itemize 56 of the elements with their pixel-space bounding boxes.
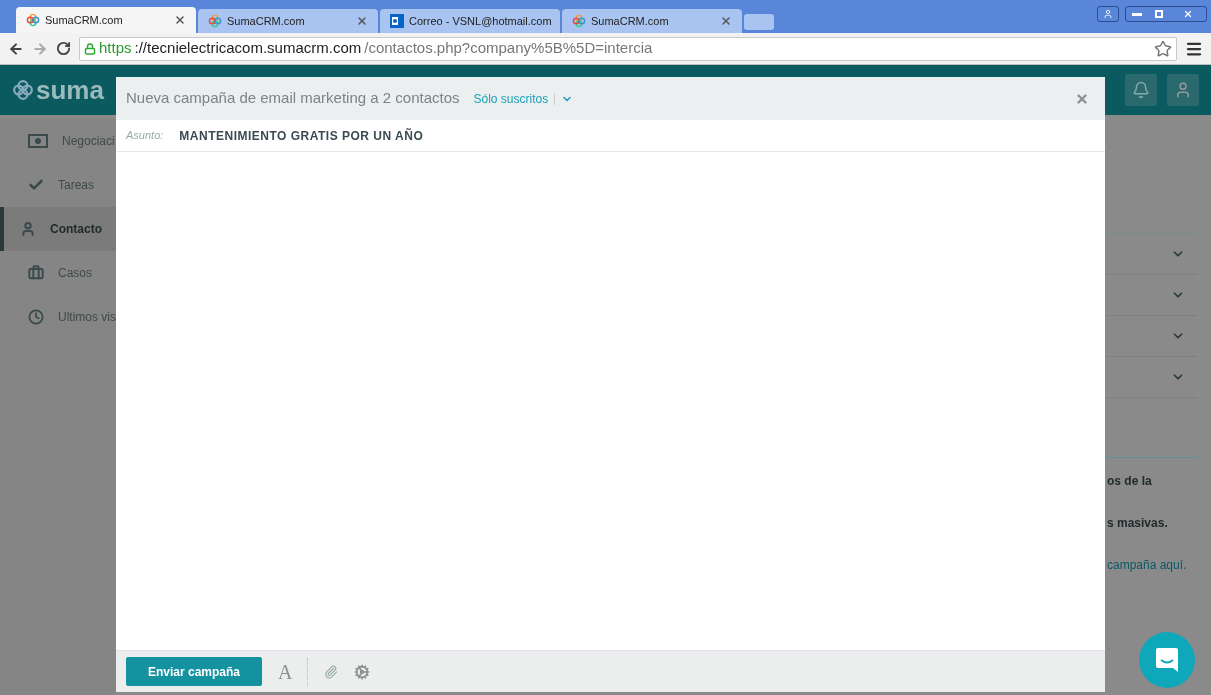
tab-title: SumaCRM.com [227, 13, 306, 29]
tab-title: SumaCRM.com [591, 13, 670, 29]
subscriber-filter-dropdown[interactable]: Sólo suscritos [473, 89, 574, 108]
close-icon[interactable] [356, 15, 368, 27]
briefcase-icon [28, 265, 44, 281]
send-campaign-button[interactable]: Enviar campaña [126, 657, 263, 686]
bell-icon [1132, 81, 1150, 99]
campaign-link[interactable]: campaña aquí. [1107, 556, 1197, 574]
close-icon[interactable] [720, 15, 732, 27]
tab-title: SumaCRM.com [45, 12, 124, 28]
logo-icon [208, 14, 222, 28]
browser-tab[interactable]: SumaCRM.com [562, 9, 742, 33]
back-icon[interactable] [8, 40, 24, 57]
clock-icon [28, 309, 44, 325]
gears-icon[interactable] [353, 663, 370, 680]
address-field[interactable]: https ://tecnielectricacom.sumacrm.com /contactos.php?company%5B%5D=intercia [79, 36, 1177, 61]
browser-tab[interactable]: Correo - VSNL@hotmail.com [380, 9, 560, 33]
close-icon [1183, 9, 1193, 19]
paperclip-icon[interactable] [323, 664, 338, 679]
avatar-icon [1174, 81, 1192, 99]
sidebar-item[interactable]: Ultimos vis [8, 295, 116, 339]
url-host: ://tecnielectricacom.sumacrm.com [134, 38, 362, 59]
info-text: os de la [1107, 473, 1153, 490]
sidebar-item[interactable]: Tareas [8, 163, 116, 207]
mail-app-icon [390, 14, 404, 28]
browser-tab[interactable]: SumaCRM.com [198, 9, 378, 33]
logo-icon [12, 79, 34, 101]
text-format-button[interactable]: A [278, 657, 308, 686]
info-text: s masivas. [1107, 515, 1169, 532]
person-icon [1103, 9, 1113, 19]
reload-icon[interactable] [56, 41, 71, 56]
check-icon [28, 177, 44, 193]
subject-label: Asunto: [126, 128, 164, 144]
url-scheme: https [99, 38, 132, 59]
chat-button[interactable] [1139, 632, 1195, 688]
person-icon [20, 221, 36, 237]
logo-icon [26, 13, 40, 27]
user-button[interactable] [1167, 74, 1199, 106]
notifications-button[interactable] [1125, 74, 1157, 106]
app-logo-text: suma [36, 73, 104, 107]
chat-bubble-icon [1155, 647, 1179, 673]
sidebar-item[interactable]: Contacto [0, 207, 116, 251]
profile-button[interactable] [1097, 6, 1119, 22]
sidebar-item[interactable]: Casos [8, 251, 116, 295]
banknote-icon [28, 134, 48, 148]
sidebar-item[interactable]: Negociaci [8, 119, 116, 163]
url-path: /contactos.php?company%5B%5D=intercia [364, 38, 653, 59]
subject-field[interactable]: MANTENIMIENTO GRATIS POR UN AÑO [179, 126, 424, 145]
browser-tab[interactable]: SumaCRM.com [16, 7, 196, 33]
logo-icon [572, 14, 586, 28]
lock-icon [84, 42, 96, 55]
modal-title: Nueva campaña de email marketing a 2 contactos [126, 88, 460, 109]
forward-icon[interactable] [32, 40, 48, 57]
close-icon[interactable] [174, 14, 186, 26]
bookmark-star-icon[interactable] [1154, 39, 1172, 58]
tab-title: Correo - VSNL@hotmail.com [409, 13, 552, 29]
